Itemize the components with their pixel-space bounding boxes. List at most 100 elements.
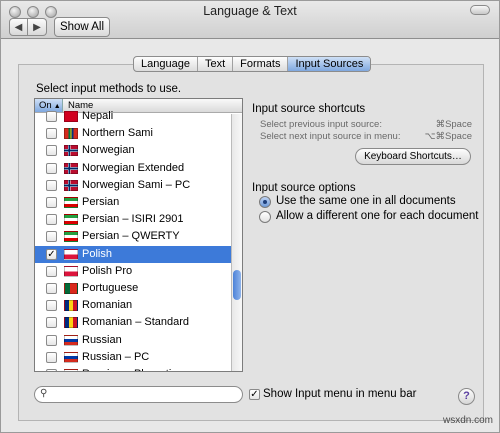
flag-icon — [64, 197, 78, 208]
flag-icon — [64, 317, 78, 329]
flag-icon — [64, 231, 78, 243]
enable-checkbox[interactable] — [46, 111, 57, 122]
list-item-label: Russian — [82, 333, 122, 346]
list-item-label: Polish Pro — [82, 264, 133, 277]
list-item[interactable]: Norwegian Extended — [35, 160, 231, 177]
list-item-label: Northern Sami — [82, 127, 153, 140]
enable-checkbox[interactable] — [46, 334, 57, 346]
shortcuts-heading: Input source shortcuts — [252, 103, 366, 115]
enable-checkbox[interactable] — [46, 317, 57, 329]
enable-checkbox[interactable] — [46, 231, 57, 243]
list-item-label: Portuguese — [82, 282, 139, 294]
flag-icon — [64, 179, 78, 191]
list-item[interactable]: Romanian — [35, 297, 231, 314]
prev-source-key[interactable]: ⌘Space — [419, 119, 472, 130]
flag-icon — [64, 111, 78, 122]
flag-icon — [64, 162, 78, 174]
show-input-menu-checkbox[interactable]: ✓ — [249, 389, 260, 400]
tab-formats[interactable]: Formats — [233, 57, 289, 71]
window-title: Language & Text — [203, 4, 297, 18]
enable-checkbox[interactable] — [46, 283, 57, 294]
list-item[interactable]: Russian — [35, 332, 231, 349]
watermark: wsxdn.com — [442, 415, 493, 426]
radio-different-per-document[interactable] — [259, 211, 271, 223]
forward-arrow-icon: ▶ — [33, 21, 41, 33]
preferences-window: Language & Text ◀ ▶ Show All Language Te… — [0, 0, 500, 433]
enable-checkbox[interactable] — [46, 214, 57, 226]
list-item[interactable]: Persian – QWERTY — [35, 228, 231, 245]
radio-same-label: Use the same one in all documents — [276, 195, 456, 207]
enable-checkbox[interactable] — [46, 128, 57, 140]
enable-checkbox[interactable] — [46, 197, 57, 208]
show-input-menu-label: Show Input menu in menu bar — [263, 388, 417, 400]
list-item[interactable]: Russian – PC — [35, 349, 231, 366]
list-item-label: Polish — [82, 247, 112, 260]
flag-icon — [64, 248, 78, 260]
list-item[interactable]: ✓ Polish — [35, 245, 231, 263]
flag-icon — [64, 351, 78, 363]
tab-bar: Language Text Formats Input Sources — [133, 56, 372, 72]
list-item[interactable]: Persian – ISIRI 2901 — [35, 211, 231, 228]
next-source-key[interactable]: ⌥⌘Space — [419, 131, 472, 142]
show-all-button[interactable]: Show All — [54, 17, 110, 37]
radio-same-all-documents[interactable] — [259, 196, 271, 208]
scrollbar-thumb[interactable] — [233, 270, 241, 300]
keyboard-shortcuts-button[interactable]: Keyboard Shortcuts… — [355, 148, 471, 165]
options-heading: Input source options — [252, 182, 356, 194]
flag-icon — [64, 128, 78, 140]
back-arrow-icon: ◀ — [14, 21, 23, 33]
list-item[interactable]: Portuguese — [35, 280, 231, 297]
list-item[interactable]: Norwegian — [35, 142, 231, 159]
list-item-label: Persian — [82, 196, 120, 208]
enable-checkbox[interactable] — [46, 369, 57, 371]
list-item-label: Persian – ISIRI 2901 — [82, 213, 184, 226]
checkmark-icon: ✓ — [250, 389, 259, 400]
instruction-text: Select input methods to use. — [36, 83, 182, 95]
list-item[interactable]: Russian – Phonetic — [35, 366, 231, 371]
back-button[interactable]: ◀ — [9, 18, 28, 36]
input-sources-list: On ▲ Name Nepali Northern Sami Norwegian Nor… — [34, 98, 243, 372]
flag-icon — [64, 265, 78, 277]
tab-text[interactable]: Text — [198, 57, 234, 71]
list-item-label: Russian – PC — [82, 350, 150, 363]
list-item-label: Romanian — [82, 299, 133, 312]
tab-language[interactable]: Language — [134, 57, 198, 71]
prev-source-label: Select previous input source: — [260, 119, 382, 130]
list-item-label: Russian – Phonetic — [82, 368, 177, 371]
forward-button[interactable]: ▶ — [28, 18, 47, 36]
list-item[interactable]: Norwegian Sami – PC — [35, 177, 231, 194]
tab-input-sources[interactable]: Input Sources — [288, 57, 371, 71]
list-item[interactable]: Nepali — [35, 108, 231, 125]
list-item-label: Romanian – Standard — [82, 316, 190, 329]
title-bar: Language & Text ◀ ▶ Show All — [1, 1, 499, 39]
list-scrollbar[interactable] — [231, 114, 242, 371]
flag-icon — [64, 300, 78, 312]
enable-checkbox[interactable] — [46, 300, 57, 312]
help-button[interactable]: ? — [458, 388, 475, 405]
enable-checkbox[interactable] — [46, 351, 57, 363]
toolbar-toggle-button[interactable] — [470, 5, 490, 15]
flag-icon — [64, 145, 78, 157]
list-item-label: Nepali — [82, 110, 114, 122]
list-item-label: Norwegian — [82, 144, 135, 157]
list-item-label: Norwegian Sami – PC — [82, 178, 191, 191]
flag-icon — [64, 283, 78, 294]
enable-checkbox[interactable]: ✓ — [46, 248, 57, 260]
list-item[interactable]: Polish Pro — [35, 263, 231, 280]
enable-checkbox[interactable] — [46, 179, 57, 191]
search-input[interactable]: ⚲ — [34, 386, 243, 403]
magnifier-icon: ⚲ — [40, 388, 48, 399]
list-item[interactable]: Northern Sami — [35, 125, 231, 142]
enable-checkbox[interactable] — [46, 265, 57, 277]
list-item[interactable]: Romanian – Standard — [35, 314, 231, 331]
list-item-label: Norwegian Extended — [82, 161, 185, 174]
next-source-label: Select next input source in menu: — [260, 131, 401, 142]
list-item-label: Persian – QWERTY — [82, 230, 180, 243]
flag-icon — [64, 369, 78, 371]
enable-checkbox[interactable] — [46, 162, 57, 174]
list-item[interactable]: Persian — [35, 194, 231, 211]
flag-icon — [64, 334, 78, 346]
radio-different-label: Allow a different one for each document — [276, 210, 479, 222]
enable-checkbox[interactable] — [46, 145, 57, 157]
flag-icon — [64, 214, 78, 226]
